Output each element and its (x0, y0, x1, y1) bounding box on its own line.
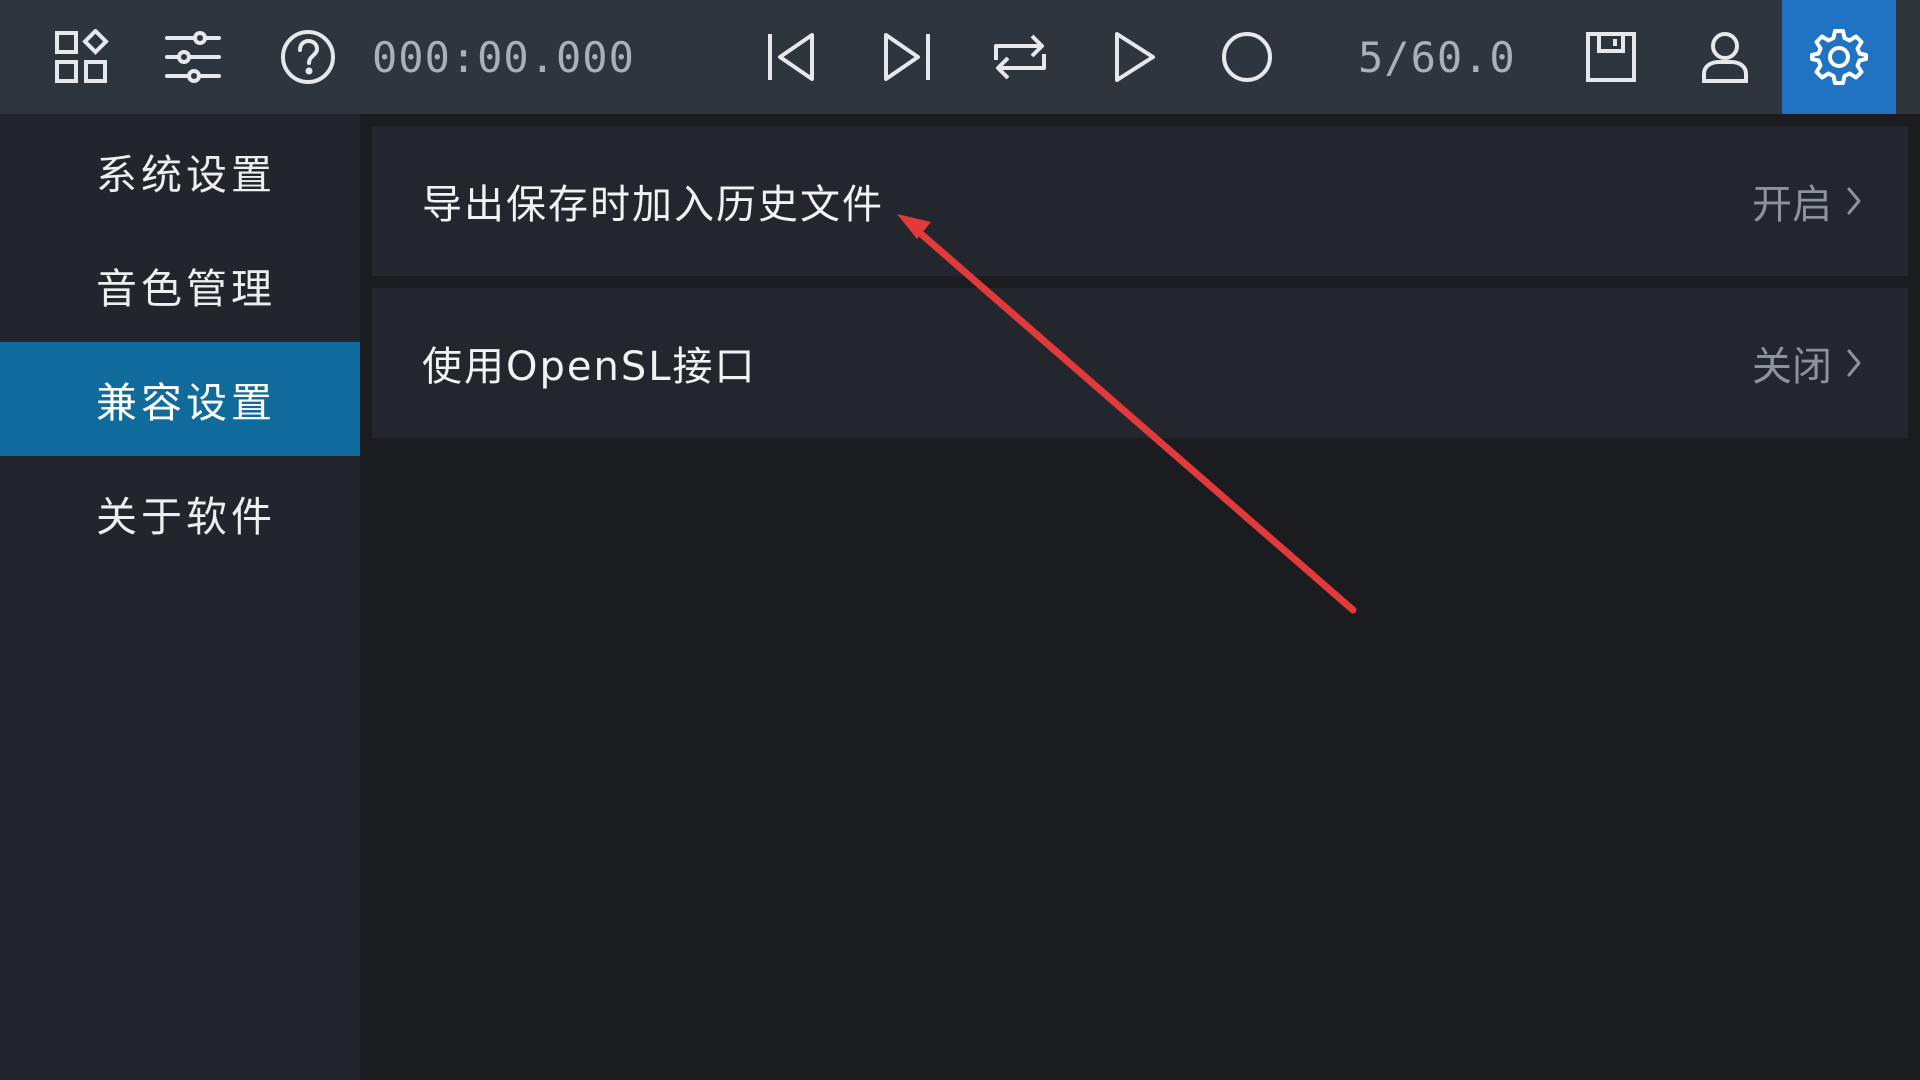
sidebar-item-sound-management[interactable]: 音色管理 (0, 228, 360, 342)
sidebar-item-label: 兼容设置 (96, 379, 276, 427)
play-icon (1111, 30, 1159, 84)
save-button[interactable] (1570, 0, 1652, 114)
sidebar-item-system-settings[interactable]: 系统设置 (0, 114, 360, 228)
help-button[interactable] (266, 0, 350, 114)
sliders-icon (164, 30, 222, 84)
save-icon (1585, 31, 1637, 83)
app-window: 000:00.000 5/60.0 系统设置 音色管理 兼容设置 关于软件 导出… (0, 0, 1920, 1080)
help-icon (279, 28, 337, 86)
record-button[interactable] (1206, 0, 1288, 114)
apps-grid-icon (53, 29, 109, 85)
record-icon (1220, 30, 1274, 84)
user-icon (1701, 30, 1749, 84)
sidebar-item-label: 音色管理 (96, 265, 276, 313)
gear-icon (1809, 27, 1869, 87)
sidebar-item-compatibility-settings[interactable]: 兼容设置 (0, 342, 360, 456)
counter-display: 5/60.0 (1358, 32, 1516, 82)
skip-next-icon (881, 31, 933, 83)
time-display: 000:00.000 (372, 32, 635, 82)
setting-row-opensl[interactable]: 使用OpenSL接口 关闭 (372, 288, 1908, 438)
setting-value-text: 关闭 (1752, 344, 1832, 390)
sidebar-item-label: 关于软件 (96, 493, 276, 541)
skip-previous-icon (765, 31, 817, 83)
setting-label: 导出保存时加入历史文件 (422, 182, 884, 228)
setting-value-text: 开启 (1752, 182, 1832, 228)
previous-button[interactable] (750, 0, 832, 114)
sidebar-item-label: 系统设置 (96, 151, 276, 199)
mixer-button[interactable] (152, 0, 234, 114)
settings-panel: 导出保存时加入历史文件 开启 使用OpenSL接口 关闭 (360, 114, 1920, 1080)
loop-button[interactable] (978, 0, 1062, 114)
user-button[interactable] (1684, 0, 1766, 114)
apps-button[interactable] (40, 0, 122, 114)
setting-row-export-history[interactable]: 导出保存时加入历史文件 开启 (372, 126, 1908, 276)
repeat-icon (990, 30, 1050, 84)
settings-button[interactable] (1782, 0, 1896, 114)
chevron-right-icon (1846, 348, 1862, 378)
setting-value: 开启 (1752, 172, 1862, 230)
setting-label: 使用OpenSL接口 (422, 344, 757, 390)
chevron-right-icon (1846, 186, 1862, 216)
play-button[interactable] (1094, 0, 1176, 114)
setting-value: 关闭 (1752, 334, 1862, 392)
next-button[interactable] (866, 0, 948, 114)
sidebar: 系统设置 音色管理 兼容设置 关于软件 (0, 114, 360, 1080)
toolbar: 000:00.000 5/60.0 (0, 0, 1920, 114)
sidebar-item-about[interactable]: 关于软件 (0, 456, 360, 570)
